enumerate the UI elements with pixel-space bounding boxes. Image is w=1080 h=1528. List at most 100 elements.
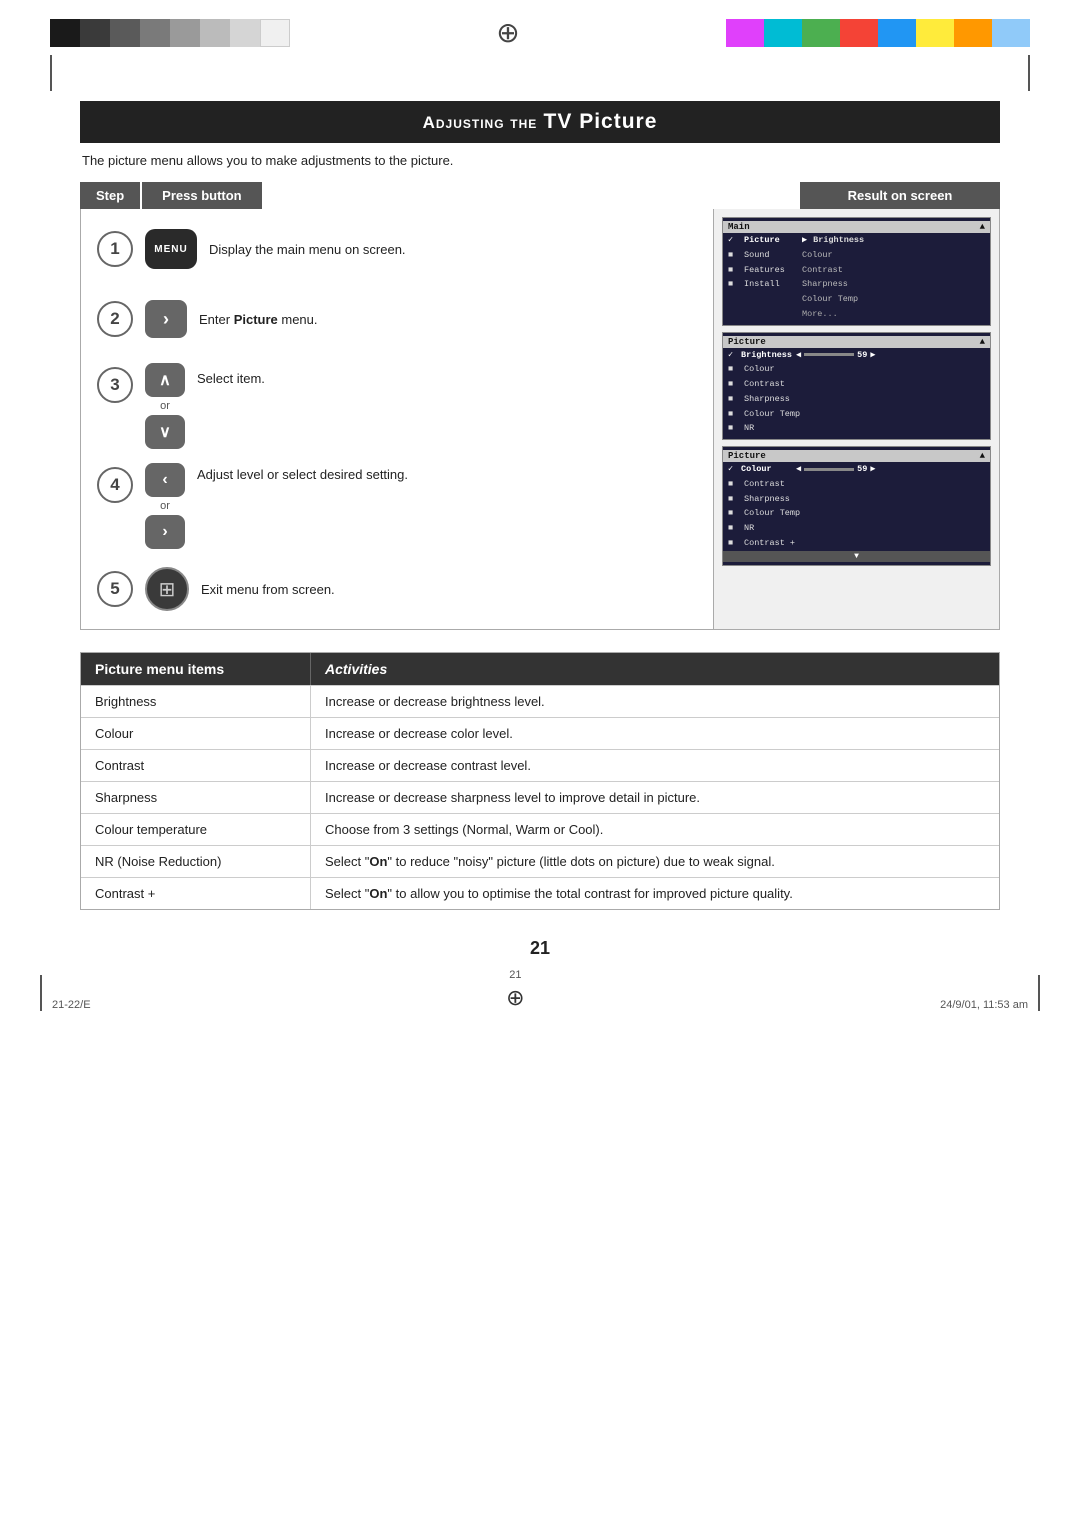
screen-3-title: Picture▲ (723, 450, 990, 462)
screen-2-row-1: ✓ Brightness ◀ 59 ▶ (723, 348, 990, 363)
table-row-brightness: Brightness Increase or decrease brightne… (81, 685, 999, 717)
table-cell-brightness-item: Brightness (81, 686, 311, 717)
result-col-header: Result on screen (800, 182, 1000, 209)
page-title-bar: Adjusting the TV Picture (80, 101, 1000, 143)
table-row-colour-temp: Colour temperature Choose from 3 setting… (81, 813, 999, 845)
step-1-description: Display the main menu on screen. (209, 242, 697, 257)
title-prefix: Adjusting the (423, 113, 538, 132)
table-cell-contrast-plus-activity: Select "On" to allow you to optimise the… (311, 878, 999, 909)
table-cell-colour-temp-item: Colour temperature (81, 814, 311, 845)
screen-3-row-2: ■ Contrast (723, 477, 990, 492)
steps-container: 1 MENU Display the main menu on screen. … (80, 209, 1000, 630)
footer-border-left (40, 975, 42, 1011)
crosshair-icon: ⊕ (496, 16, 519, 49)
footer-center-text: 21 (509, 969, 521, 981)
page-border-mark-right (1028, 55, 1030, 91)
page-number: 21 (0, 938, 1080, 959)
footer-left-text: 21-22/E (52, 999, 91, 1011)
page-border-mark-left (50, 55, 52, 91)
color-bar (726, 19, 1030, 47)
table-row-contrast: Contrast Increase or decrease contrast l… (81, 749, 999, 781)
screen-3: Picture▲ ✓ Colour ◀ 59 ▶ ■ Contrast ■ Sh… (722, 446, 991, 566)
step-3-description: Select item. (197, 363, 697, 386)
table-row-contrast-plus: Contrast + Select "On" to allow you to o… (81, 877, 999, 909)
step-3-up-button: ∧ (145, 363, 185, 397)
table-row-sharpness: Sharpness Increase or decrease sharpness… (81, 781, 999, 813)
screen-3-row-3: ■ Sharpness (723, 492, 990, 507)
table-header-item: Picture menu items (81, 653, 311, 685)
table-row-colour: Colour Increase or decrease color level. (81, 717, 999, 749)
title-main: TV Picture (544, 110, 658, 133)
screen-2-title: Picture▲ (723, 336, 990, 348)
screen-3-row-5: ■ NR (723, 521, 990, 536)
step-1-number: 1 (97, 231, 133, 267)
screen-1-row-5: Colour Temp (723, 292, 990, 307)
step-5-number: 5 (97, 571, 133, 607)
footer-right-text: 24/9/01, 11:53 am (940, 999, 1028, 1011)
step-4-number: 4 (97, 467, 133, 503)
step-2: 2 › Enter Picture menu. (97, 293, 697, 345)
screen-1-row-3: ■ Features Contrast (723, 263, 990, 278)
step-table-header: Step Press button Result on screen (80, 182, 1000, 209)
steps-left-panel: 1 MENU Display the main menu on screen. … (81, 209, 714, 629)
step-5-button: ⊞ (145, 567, 189, 611)
step-2-button: › (145, 300, 187, 338)
page-subtitle: The picture menu allows you to make adju… (80, 153, 1000, 168)
screen-2-row-5: ■ Colour Temp (723, 407, 990, 422)
press-col-header: Press button (142, 182, 261, 209)
screen-2-row-6: ■ NR (723, 421, 990, 436)
table-cell-colour-activity: Increase or decrease color level. (311, 718, 999, 749)
step-4-or-label: or (160, 500, 170, 512)
page-footer: 21-22/E 21 ⊕ 24/9/01, 11:53 am (0, 969, 1080, 1027)
screen-2: Picture▲ ✓ Brightness ◀ 59 ▶ ■ Colour ■ … (722, 332, 991, 441)
screen-1-title: Main▲ (723, 221, 990, 233)
screen-3-bottom-arrow: ▼ (723, 551, 990, 562)
table-header: Picture menu items Activities (81, 653, 999, 685)
table-cell-contrast-activity: Increase or decrease contrast level. (311, 750, 999, 781)
page-title-section: Adjusting the TV Picture The picture men… (0, 91, 1080, 174)
step-4-left-button: ‹ (145, 463, 185, 497)
screen-2-row-2: ■ Colour (723, 362, 990, 377)
grayscale-bar (50, 19, 290, 47)
screen-1-row-6: More... (723, 307, 990, 322)
footer-border-right (1038, 975, 1040, 1011)
screen-1-row-4: ■ Install Sharpness (723, 277, 990, 292)
picture-menu-table: Picture menu items Activities Brightness… (80, 652, 1000, 910)
table-cell-sharpness-item: Sharpness (81, 782, 311, 813)
step-3: 3 ∧ or ∨ Select item. (97, 363, 697, 449)
step-1-button: MENU (145, 229, 197, 269)
step-5: 5 ⊞ Exit menu from screen. (97, 563, 697, 615)
step-2-number: 2 (97, 301, 133, 337)
step-4: 4 ‹ or › Adjust level or select desired … (97, 463, 697, 549)
screen-3-row-4: ■ Colour Temp (723, 506, 990, 521)
step-4-right-button: › (145, 515, 185, 549)
step-2-description: Enter Picture menu. (199, 312, 697, 327)
step-4-description: Adjust level or select desired setting. (197, 463, 697, 482)
table-cell-colour-temp-activity: Choose from 3 settings (Normal, Warm or … (311, 814, 999, 845)
step-3-number: 3 (97, 367, 133, 403)
table-cell-nr-activity: Select "On" to reduce "noisy" picture (l… (311, 846, 999, 877)
table-row-nr: NR (Noise Reduction) Select "On" to redu… (81, 845, 999, 877)
screen-3-row-1: ✓ Colour ◀ 59 ▶ (723, 462, 990, 477)
main-content: Step Press button Result on screen 1 MEN… (0, 182, 1080, 910)
table-cell-colour-item: Colour (81, 718, 311, 749)
screen-results-panel: Main▲ ✓ Picture ▶ Brightness ■ Sound Col… (714, 209, 999, 629)
step-3-or-label: or (160, 400, 170, 412)
screen-1-row-2: ■ Sound Colour (723, 248, 990, 263)
screen-1-row-1: ✓ Picture ▶ Brightness (723, 233, 990, 248)
step-4-buttons: ‹ or › (145, 463, 185, 549)
table-cell-nr-item: NR (Noise Reduction) (81, 846, 311, 877)
step-3-buttons: ∧ or ∨ (145, 363, 185, 449)
table-header-activity: Activities (311, 653, 999, 685)
footer-crosshair-icon: ⊕ (506, 985, 524, 1011)
step-col-header: Step (80, 182, 140, 209)
screen-2-row-4: ■ Sharpness (723, 392, 990, 407)
screen-3-row-6: ■ Contrast + (723, 536, 990, 551)
screen-1: Main▲ ✓ Picture ▶ Brightness ■ Sound Col… (722, 217, 991, 326)
screen-2-row-3: ■ Contrast (723, 377, 990, 392)
table-cell-brightness-activity: Increase or decrease brightness level. (311, 686, 999, 717)
step-3-down-button: ∨ (145, 415, 185, 449)
table-cell-contrast-item: Contrast (81, 750, 311, 781)
table-cell-contrast-plus-item: Contrast + (81, 878, 311, 909)
step-1: 1 MENU Display the main menu on screen. (97, 223, 697, 275)
